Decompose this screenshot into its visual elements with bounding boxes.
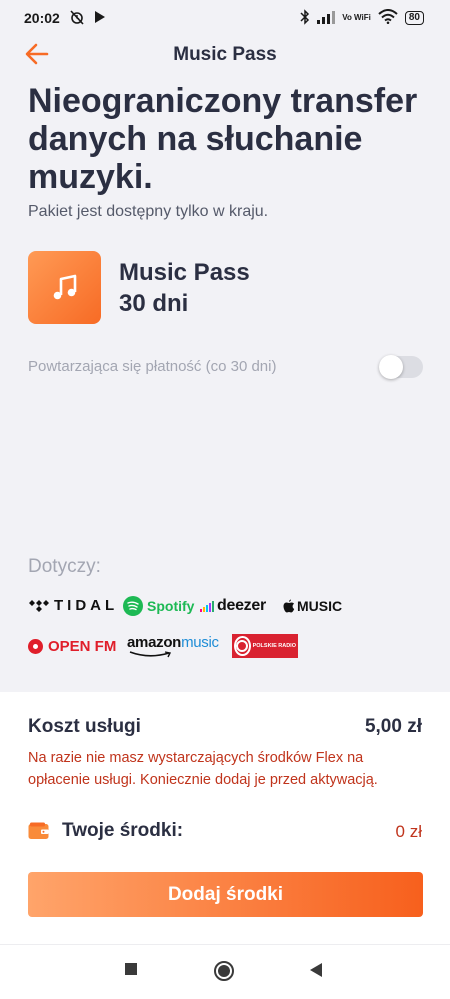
polskie-radio-icon	[234, 636, 251, 656]
bluetooth-icon	[300, 8, 310, 28]
page-title: Music Pass	[173, 44, 277, 65]
top-bar: Music Pass	[0, 36, 450, 72]
insufficient-funds-warning: Na razie nie masz wystarczających środkó…	[28, 750, 378, 788]
open-fm-icon	[28, 639, 43, 654]
funds-label: Twoje środki:	[62, 820, 184, 841]
polskie-radio-logo: POLSKIE RADIO	[232, 634, 298, 658]
open-fm-text: OPEN FM	[48, 638, 117, 655]
alarm-off-icon	[69, 9, 85, 28]
back-nav-button[interactable]	[309, 962, 323, 978]
amazon-music-logo: amazonmusic	[127, 634, 219, 658]
package-duration: 30 dni	[119, 290, 189, 317]
amazon-text: amazon	[127, 634, 182, 651]
signal-icon	[317, 10, 336, 27]
cost-value: 5,00 zł	[364, 716, 422, 737]
toggle-knob	[379, 355, 403, 379]
tidal-logo: TIDAL	[28, 597, 118, 614]
wallet-icon	[28, 822, 49, 839]
circle-icon	[214, 961, 234, 981]
cost-label: Koszt usługi	[28, 716, 141, 737]
wifi-icon	[378, 9, 398, 27]
recurring-payment-toggle[interactable]	[379, 355, 423, 379]
home-button[interactable]	[213, 960, 235, 982]
applies-label: Dotyczy:	[28, 556, 101, 577]
spotify-logo: Spotify	[123, 596, 194, 616]
amazon-music-text: music	[181, 634, 219, 651]
deezer-text: deezer	[217, 597, 266, 614]
polskie-radio-text: POLSKIE RADIO	[252, 643, 296, 649]
spotify-icon	[123, 596, 143, 616]
open-fm-logo: OPEN FM	[28, 638, 116, 655]
status-time: 20:02	[24, 10, 60, 26]
recents-button[interactable]	[124, 962, 138, 976]
music-note-icon	[53, 274, 76, 299]
battery-indicator: 80	[404, 11, 424, 25]
apple-music-text: MUSIC	[297, 598, 343, 614]
package-icon	[28, 251, 101, 324]
tidal-icon	[29, 599, 49, 612]
system-nav-bar	[0, 944, 450, 999]
square-icon	[125, 963, 137, 975]
spotify-text: Spotify	[147, 598, 195, 614]
funds-value: 0 zł	[395, 822, 422, 841]
deezer-logo: deezer	[200, 597, 266, 615]
play-store-icon	[94, 10, 106, 27]
deezer-icon	[200, 600, 214, 612]
apple-music-logo: MUSIC	[283, 598, 342, 614]
tidal-text: TIDAL	[54, 597, 119, 614]
triangle-back-icon	[310, 963, 322, 977]
recurring-payment-label: Powtarzająca się płatność (co 30 dni)	[28, 358, 277, 375]
subtitle: Pakiet jest dostępny tylko w kraju.	[28, 203, 269, 220]
apple-icon	[283, 599, 295, 613]
status-bar: 20:02 Vo WiFi 80	[0, 0, 450, 36]
package-name: Music Pass	[119, 259, 250, 286]
add-funds-button[interactable]: Dodaj środki	[28, 872, 423, 917]
vowifi-label: Vo WiFi	[342, 13, 371, 22]
amazon-smile-icon	[129, 651, 172, 658]
headline: Nieograniczony transfer danych na słucha…	[28, 82, 418, 196]
